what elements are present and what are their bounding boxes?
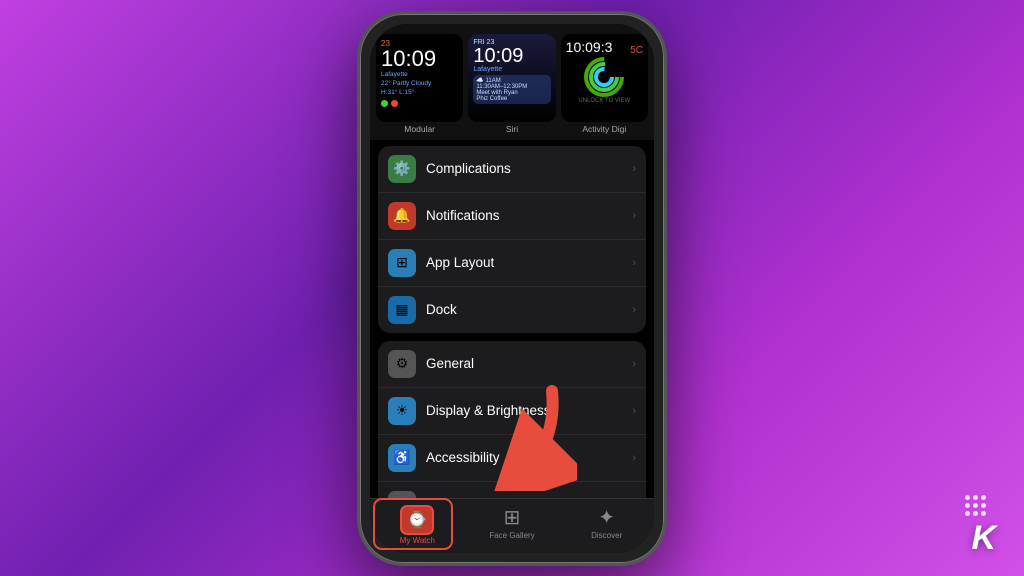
display-chevron: › xyxy=(632,405,636,417)
notifications-label: Notifications xyxy=(426,208,632,223)
settings-row-siri[interactable]: ◉ Siri › xyxy=(378,482,646,498)
modular-time: 10:09 xyxy=(381,48,458,70)
watch-face-siri[interactable]: FRI 23 10:09 Lafayette ☁️ 11AM11:30AM–12… xyxy=(468,34,555,134)
activity-time: 10:09:3 xyxy=(566,39,613,55)
notifications-chevron: › xyxy=(632,210,636,222)
activity-rings xyxy=(583,56,625,98)
background: 23 10:09 Lafayette22° Partly CloudyH:31°… xyxy=(0,0,1024,576)
my-watch-label: My Watch xyxy=(400,536,435,545)
general-icon: ⚙ xyxy=(388,350,416,378)
tab-face-gallery[interactable]: ⊞ Face Gallery xyxy=(465,505,560,545)
kt-dots xyxy=(965,495,986,516)
face-gallery-label: Face Gallery xyxy=(489,531,534,540)
activity-unlock: UNLOCK TO VIEW xyxy=(578,98,630,104)
phone-wrapper: 23 10:09 Lafayette22° Partly CloudyH:31°… xyxy=(357,11,667,566)
dock-label: Dock xyxy=(426,302,632,317)
watch-faces-area: 23 10:09 Lafayette22° Partly CloudyH:31°… xyxy=(370,24,654,140)
settings-row-dock[interactable]: ▦ Dock › xyxy=(378,287,646,333)
settings-group-1: ⚙️ Complications › 🔔 Notifications › ⊞ A… xyxy=(378,146,646,333)
modular-label: Modular xyxy=(404,124,435,134)
modular-dot-red xyxy=(391,100,398,107)
display-label: Display & Brightness xyxy=(426,403,632,418)
siri-settings-icon: ◉ xyxy=(388,491,416,498)
watch-face-modular[interactable]: 23 10:09 Lafayette22° Partly CloudyH:31°… xyxy=(376,34,463,134)
settings-row-display[interactable]: ☀ Display & Brightness › xyxy=(378,388,646,435)
settings-row-accessibility[interactable]: ♿ Accessibility › xyxy=(378,435,646,482)
my-watch-icon: ⌚ xyxy=(400,505,434,535)
app-layout-chevron: › xyxy=(632,257,636,269)
accessibility-icon: ♿ xyxy=(388,444,416,472)
general-chevron: › xyxy=(632,358,636,370)
discover-icon: ✦ xyxy=(598,505,615,530)
accessibility-chevron: › xyxy=(632,452,636,464)
face-gallery-icon: ⊞ xyxy=(504,505,521,530)
siri-label: Siri xyxy=(506,124,518,134)
activity-temp: 5C xyxy=(630,45,643,56)
dock-chevron: › xyxy=(632,304,636,316)
activity-label: Activity Digi xyxy=(582,124,626,134)
siri-location: Lafayette xyxy=(473,66,550,73)
app-layout-label: App Layout xyxy=(426,255,632,270)
dock-icon: ▦ xyxy=(388,296,416,324)
phone-screen: 23 10:09 Lafayette22° Partly CloudyH:31°… xyxy=(370,24,654,553)
kt-logo: K xyxy=(971,519,996,558)
complications-icon: ⚙️ xyxy=(388,155,416,183)
complications-label: Complications xyxy=(426,161,632,176)
modular-weather: Lafayette22° Partly CloudyH:31° L:15° xyxy=(381,70,458,97)
tab-discover[interactable]: ✦ Discover xyxy=(559,505,654,545)
siri-time: 10:09 xyxy=(473,46,550,66)
notifications-icon: 🔔 xyxy=(388,202,416,230)
siri-card: ☁️ 11AM11:30AM–12:30PMMeet with RyanPhiz… xyxy=(473,75,550,104)
settings-row-app-layout[interactable]: ⊞ App Layout › xyxy=(378,240,646,287)
phone-frame: 23 10:09 Lafayette22° Partly CloudyH:31°… xyxy=(357,11,667,566)
settings-scroll-area: ⚙️ Complications › 🔔 Notifications › ⊞ A… xyxy=(370,140,654,498)
settings-row-complications[interactable]: ⚙️ Complications › xyxy=(378,146,646,193)
app-layout-icon: ⊞ xyxy=(388,249,416,277)
tab-bar: ⌚ My Watch ⊞ Face Gallery ✦ Discover xyxy=(370,498,654,553)
display-icon: ☀ xyxy=(388,397,416,425)
settings-row-notifications[interactable]: 🔔 Notifications › xyxy=(378,193,646,240)
modular-dot-green xyxy=(381,100,388,107)
accessibility-label: Accessibility xyxy=(426,450,632,465)
watch-face-activity[interactable]: 10:09:3 5C UNLOCK TO VIEW Activity Digi xyxy=(561,34,648,134)
complications-chevron: › xyxy=(632,163,636,175)
tab-my-watch[interactable]: ⌚ My Watch xyxy=(370,505,465,545)
settings-row-general[interactable]: ⚙ General › xyxy=(378,341,646,388)
settings-group-2: ⚙ General › ☀ Display & Brightness › ♿ A… xyxy=(378,341,646,498)
general-label: General xyxy=(426,356,632,371)
discover-label: Discover xyxy=(591,531,622,540)
